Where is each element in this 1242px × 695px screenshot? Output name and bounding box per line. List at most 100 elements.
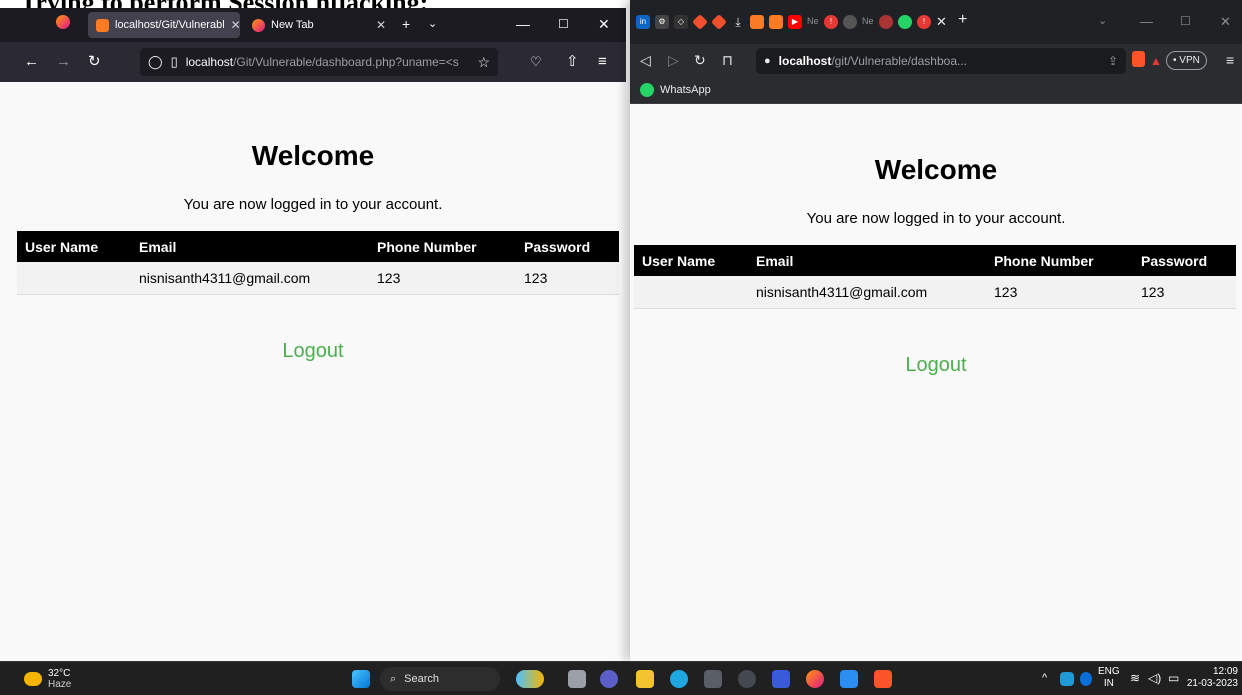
firefox-tab-bar: localhost/Git/Vulnerabl ✕ New Tab ✕ + ⌄ … <box>0 8 626 42</box>
battery-icon[interactable]: ▭ <box>1168 672 1179 684</box>
header-phone: Phone Number <box>986 245 1133 276</box>
tab-dashboard[interactable]: localhost/Git/Vulnerabl ✕ <box>88 12 240 38</box>
address-bar[interactable]: ◯ ▯ localhost/Git/Vulnerable/dashboard.p… <box>140 48 498 76</box>
firefox-taskbar-icon[interactable] <box>806 670 824 688</box>
show-hidden-icons-chevron-icon[interactable]: ^ <box>1042 672 1047 684</box>
logout-link[interactable]: Logout <box>630 354 1242 377</box>
time: 12:09 <box>1212 666 1238 677</box>
whatsapp-icon[interactable] <box>898 15 912 29</box>
maximize-button[interactable]: ☐ <box>1180 14 1191 28</box>
maximize-button[interactable]: ☐ <box>558 16 569 32</box>
welcome-heading: Welcome <box>251 140 375 171</box>
bookmark-whatsapp[interactable]: WhatsApp <box>640 83 711 97</box>
close-tab-icon[interactable]: ✕ <box>936 14 947 30</box>
brave-taskbar-icon[interactable] <box>874 670 892 688</box>
search-label: Search <box>404 673 440 685</box>
minimize-button[interactable]: — <box>516 16 530 32</box>
tray-app-icon[interactable] <box>1060 672 1074 686</box>
taskbar-search[interactable]: ⌕ Search <box>380 667 500 691</box>
clock[interactable]: 12:09 21-03-2023 <box>1186 666 1238 690</box>
xampp-icon[interactable] <box>769 15 783 29</box>
close-window-button[interactable]: ✕ <box>598 16 610 32</box>
git-icon[interactable] <box>711 14 727 30</box>
volume-icon[interactable]: ◁) <box>1148 672 1161 684</box>
url-path: /Git/Vulnerable/dashboard.php?uname=<s <box>233 55 459 69</box>
login-message: You are now logged in to your account. <box>183 196 443 213</box>
linkedin-icon[interactable]: in <box>636 15 650 29</box>
back-button[interactable]: ← <box>24 53 39 71</box>
logout-link[interactable]: Logout <box>0 340 626 363</box>
extension-icon[interactable]: ⚙ <box>655 15 669 29</box>
vscode-icon[interactable] <box>840 670 858 688</box>
forward-button[interactable]: → <box>56 53 71 71</box>
header-user-name: User Name <box>634 245 746 276</box>
minimize-button[interactable]: — <box>1140 14 1153 29</box>
weather-widget[interactable]: 32°C Haze <box>24 668 71 690</box>
cell-user-name <box>634 276 746 309</box>
list-tabs-chevron-icon[interactable]: ⌄ <box>428 16 437 32</box>
alert-icon[interactable]: ! <box>917 15 931 29</box>
share-icon[interactable]: ⇪ <box>1108 54 1118 68</box>
xampp-icon[interactable] <box>750 15 764 29</box>
firefox-logo-icon <box>56 15 70 32</box>
git-icon[interactable] <box>692 14 708 30</box>
brave-tab-bar: in ⚙ ◇ ⤓ ▶ Ne ! Ne ! ✕ + ⌄ — ☐ ✕ <box>630 0 1242 44</box>
youtube-icon[interactable]: ▶ <box>788 15 802 29</box>
edge-icon[interactable] <box>670 670 688 688</box>
back-button[interactable]: ◁ <box>640 52 651 68</box>
new-tab-button[interactable]: + <box>402 16 410 32</box>
app-icon[interactable] <box>772 670 790 688</box>
language-indicator[interactable]: ENG IN <box>1098 666 1120 690</box>
pocket-icon[interactable]: ♡ <box>530 53 542 71</box>
reload-button[interactable]: ↻ <box>694 52 706 68</box>
page-caption: Trying to perform Session hijacking: <box>20 0 428 17</box>
close-tab-icon[interactable]: ✕ <box>225 18 240 32</box>
teams-chat-icon[interactable] <box>600 670 618 688</box>
tab-title: New Tab <box>271 19 314 31</box>
language: ENG <box>1098 666 1120 677</box>
close-window-button[interactable]: ✕ <box>1220 14 1231 30</box>
left-page: Welcome You are now logged in to your ac… <box>0 82 626 661</box>
header-email: Email <box>746 245 986 276</box>
close-tab-icon[interactable]: ✕ <box>370 18 386 32</box>
tab-label[interactable]: Ne <box>862 16 874 26</box>
extension-icon[interactable] <box>879 15 893 29</box>
tab-new-tab[interactable]: New Tab ✕ <box>244 12 394 38</box>
welcome-heading: Welcome <box>874 154 998 185</box>
vpn-button[interactable]: • VPN <box>1166 51 1207 70</box>
bookmark-star-icon[interactable]: ☆ <box>477 54 490 71</box>
alert-icon[interactable]: ! <box>824 15 838 29</box>
firefox-nav-bar: ← → ↻ ◯ ▯ localhost/Git/Vulnerable/dashb… <box>0 42 626 82</box>
widgets-icon[interactable] <box>516 670 544 688</box>
vpn-label: VPN <box>1179 55 1200 66</box>
table-header-row: User Name Email Phone Number Password <box>634 245 1236 276</box>
store-icon[interactable] <box>704 670 722 688</box>
extensions-icon[interactable]: ⇧ <box>566 53 579 71</box>
windows-taskbar: 32°C Haze ⌕ Search ^ ENG IN ≋ ◁) ▭ 12:09… <box>0 661 1242 695</box>
menu-icon[interactable]: ≡ <box>1226 52 1234 68</box>
address-bar[interactable]: ● localhost/git/Vulnerable/dashboa... ⇪ <box>756 48 1126 74</box>
app-icon[interactable] <box>738 670 756 688</box>
reload-button[interactable]: ↻ <box>88 53 101 71</box>
table-row: nisnisanth4311@gmail.com 123 123 <box>17 262 619 295</box>
brave-shields-icon[interactable] <box>1132 51 1145 67</box>
code-icon[interactable]: ◇ <box>674 15 688 29</box>
task-view-icon[interactable] <box>568 670 586 688</box>
new-tab-button[interactable]: + <box>958 11 967 29</box>
wifi-icon[interactable]: ≋ <box>1130 672 1140 684</box>
forward-button[interactable]: ▷ <box>668 52 679 68</box>
bookmark-icon[interactable]: ⊓ <box>722 52 733 68</box>
download-icon[interactable]: ⤓ <box>731 15 745 29</box>
date: 21-03-2023 <box>1186 678 1238 689</box>
start-button-icon[interactable] <box>352 670 370 688</box>
tab-label[interactable]: Ne <box>807 16 819 26</box>
file-explorer-icon[interactable] <box>636 670 654 688</box>
globe-icon[interactable] <box>843 15 857 29</box>
tab-search-chevron-icon[interactable]: ⌄ <box>1098 14 1107 27</box>
weather-icon <box>24 672 42 686</box>
menu-icon[interactable]: ≡ <box>598 53 607 71</box>
table-row: nisnisanth4311@gmail.com 123 123 <box>634 276 1236 309</box>
brave-rewards-icon[interactable]: ▲ <box>1150 53 1162 69</box>
header-password: Password <box>1133 245 1236 276</box>
bluetooth-icon[interactable] <box>1080 672 1092 686</box>
